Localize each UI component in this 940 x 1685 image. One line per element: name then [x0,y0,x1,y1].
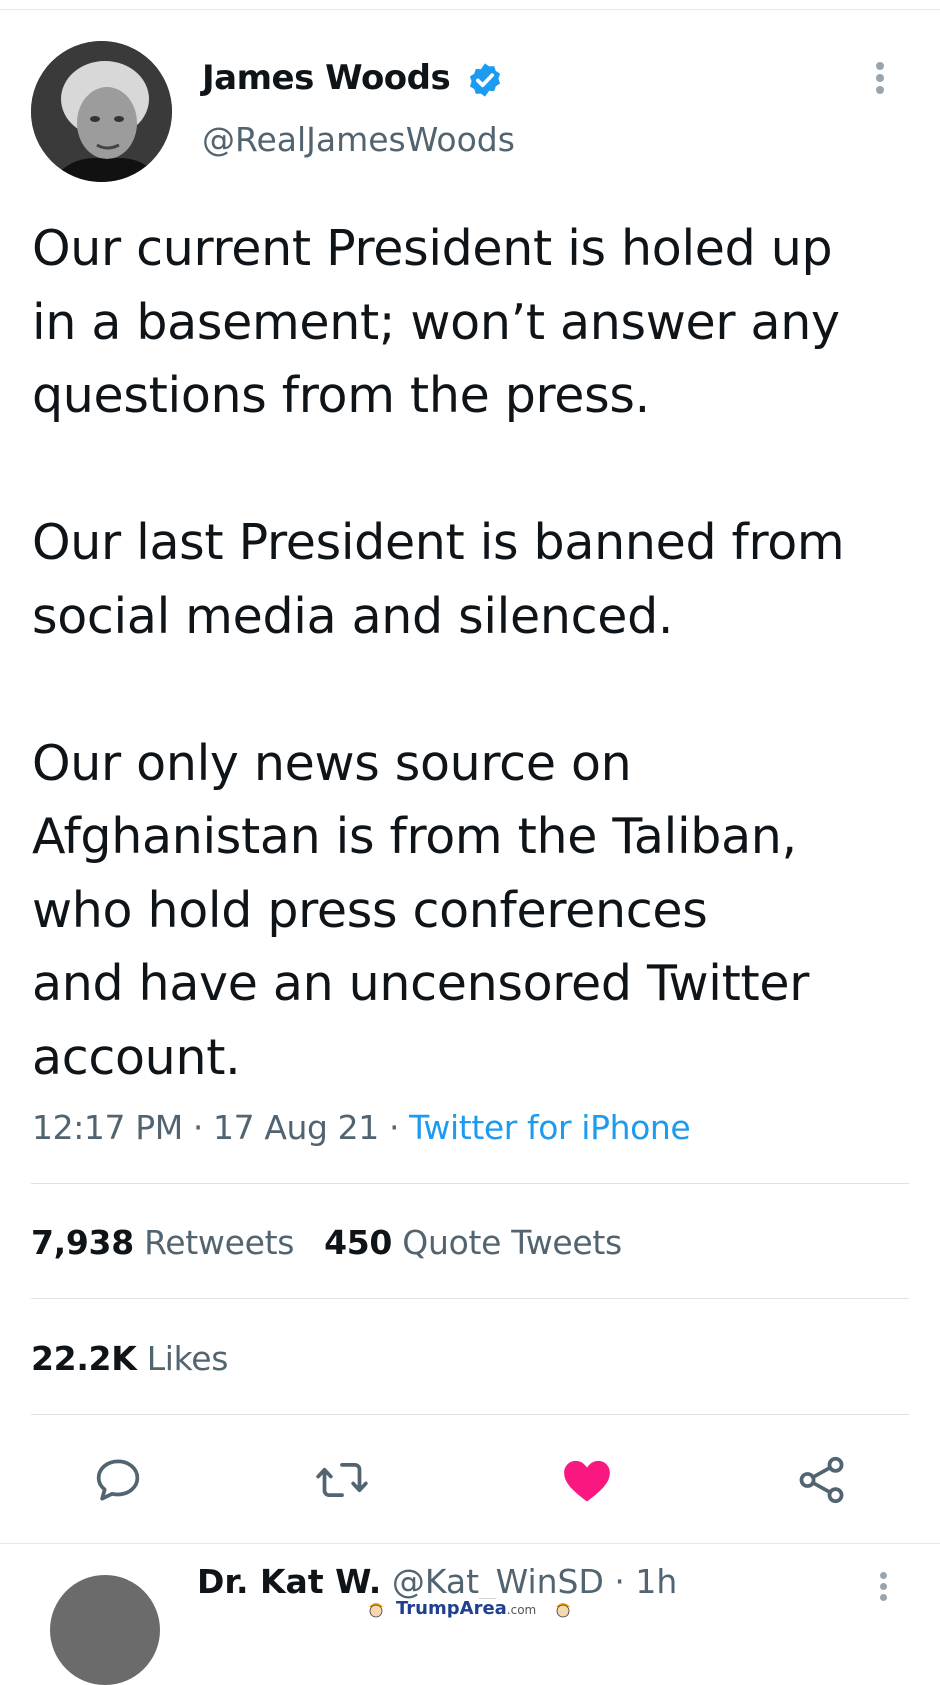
reply-author-name: Dr. Kat W. [197,1562,382,1601]
retweets-stat[interactable]: 7,938 Retweets [31,1223,294,1262]
like-button[interactable] [559,1452,615,1508]
tweet-metadata: 12:17 PM · 17 Aug 21 · Twitter for iPhon… [32,1108,691,1147]
watermark-mascot-icon [369,1603,383,1618]
avatar-photo [31,41,172,182]
quote-tweets-stat[interactable]: 450 Quote Tweets [324,1223,622,1262]
retweets-label: Retweets [144,1223,295,1262]
meta-separator: · [192,1108,203,1147]
meta-separator: · [388,1108,400,1147]
author-name[interactable]: James Woods [202,58,451,98]
top-divider [0,9,940,10]
retweet-icon [316,1462,368,1498]
likes-label: Likes [146,1339,229,1378]
retweet-stats: 7,938 Retweets 450 Quote Tweets [31,1223,622,1262]
watermark-suffix: .com [506,1603,537,1617]
reply-button[interactable] [90,1452,146,1508]
reply-author-handle: @Kat_WinSD [391,1562,604,1601]
retweet-button[interactable] [314,1452,370,1508]
tweet-date[interactable]: 17 Aug 21 [213,1108,379,1147]
divider [31,1414,909,1415]
watermark: TrumpArea.com [364,1598,569,1619]
share-button[interactable] [794,1452,850,1508]
likes-stat[interactable]: 22.2K Likes [31,1339,228,1378]
retweets-count: 7,938 [31,1223,134,1262]
watermark-brand: TrumpArea [396,1598,507,1619]
heart-icon [564,1460,610,1502]
more-options-icon[interactable] [872,62,888,102]
divider [0,1543,940,1544]
reply-header[interactable]: Dr. Kat W. @Kat_WinSD · 1h [197,1562,677,1601]
share-icon [799,1456,844,1504]
tweet-source-link[interactable]: Twitter for iPhone [409,1108,691,1147]
comment-icon [96,1459,140,1501]
quotes-label: Quote Tweets [402,1223,622,1262]
verified-badge-icon [469,63,501,97]
quotes-count: 450 [324,1223,393,1262]
reply-more-options-icon[interactable] [880,1572,892,1605]
divider [31,1298,909,1299]
divider [31,1183,909,1184]
tweet-text: Our current President is holed up in a b… [32,220,845,1086]
reply-author-avatar[interactable] [50,1575,160,1685]
author-handle[interactable]: @RealJamesWoods [202,120,515,159]
author-avatar[interactable] [31,41,172,182]
watermark-mascot-icon [556,1603,570,1618]
likes-count: 22.2K [31,1339,137,1378]
reply-age: 1h [635,1562,678,1601]
reply-separator: · [614,1562,625,1601]
tweet-time[interactable]: 12:17 PM [32,1108,183,1147]
